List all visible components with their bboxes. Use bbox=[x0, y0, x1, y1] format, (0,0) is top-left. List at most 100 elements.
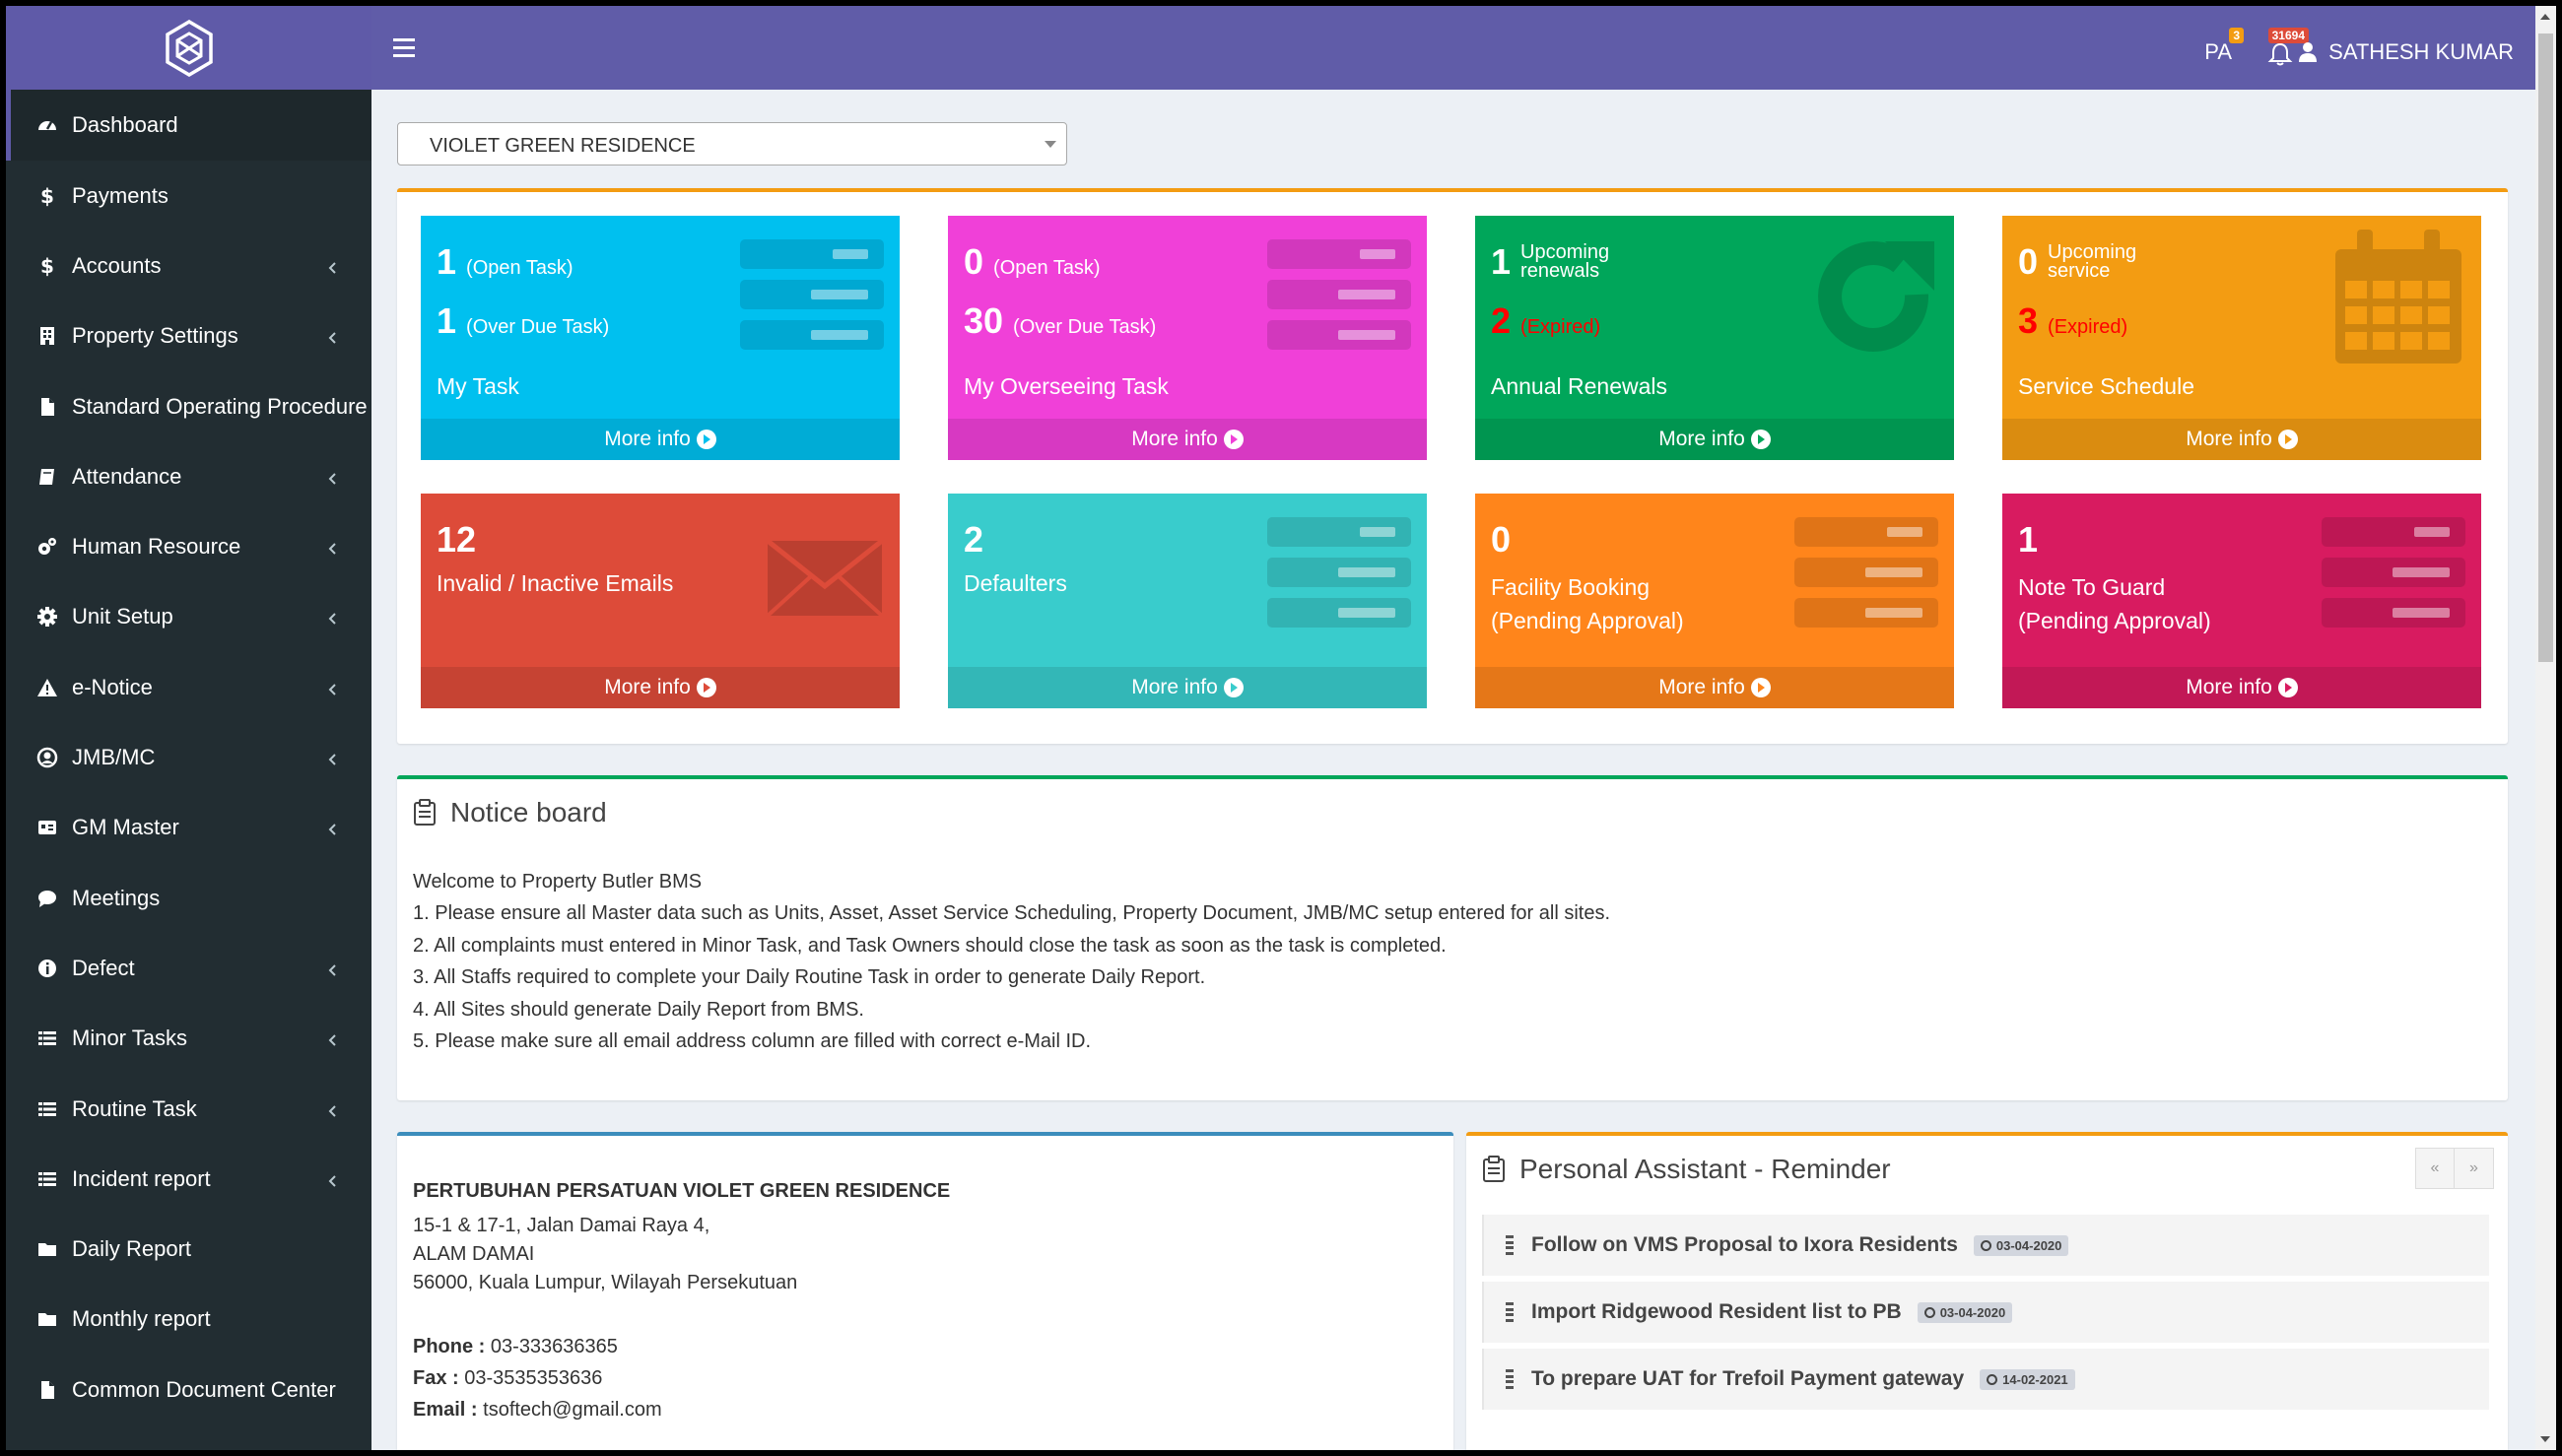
sidebar-item-unit-setup[interactable]: Unit Setup bbox=[6, 582, 371, 652]
sidebar-item-common-document-center[interactable]: Common Document Center bbox=[6, 1355, 371, 1424]
sidebar-item-routine-task[interactable]: Routine Task bbox=[6, 1074, 371, 1144]
sidebar-item-minor-tasks[interactable]: Minor Tasks bbox=[6, 1004, 371, 1074]
reminder-text: Import Ridgewood Resident list to PB bbox=[1531, 1300, 1902, 1323]
more-info-link[interactable]: More info bbox=[2002, 419, 2481, 460]
sidebar-item-daily-report[interactable]: Daily Report bbox=[6, 1214, 371, 1284]
sidebar-item-label: Common Document Center bbox=[72, 1376, 336, 1402]
more-info-link[interactable]: More info bbox=[421, 667, 900, 708]
top-navbar: PA 3 31694 SATHESH KUMAR bbox=[371, 6, 2535, 90]
invalid-emails-count: 12 bbox=[437, 519, 477, 560]
tile-title: My Task bbox=[437, 373, 519, 399]
refresh-icon bbox=[1818, 241, 1934, 352]
more-info-link[interactable]: More info bbox=[948, 419, 1427, 460]
chevron-left-icon bbox=[324, 1170, 342, 1188]
notice-line: Welcome to Property Butler BMS bbox=[413, 871, 703, 893]
sidebar-item-meetings[interactable]: Meetings bbox=[6, 863, 371, 933]
sidebar-item-label: Accounts bbox=[72, 252, 162, 278]
overdue-task-count: 1 bbox=[437, 300, 457, 341]
defaulters-tile[interactable]: 2 Defaulters More info bbox=[948, 494, 1427, 708]
sidebar-item-e-notice[interactable]: e-Notice bbox=[6, 652, 371, 722]
open-task-count: 0 bbox=[964, 241, 984, 282]
drag-handle-icon[interactable] bbox=[1506, 1235, 1514, 1255]
logo-bar[interactable] bbox=[6, 6, 371, 90]
invalid-emails-tile[interactable]: 12 Invalid / Inactive Emails More info bbox=[421, 494, 900, 708]
info-icon bbox=[36, 958, 58, 979]
chevron-left-icon bbox=[324, 960, 342, 977]
expired-service-count: 3 bbox=[2018, 300, 2039, 341]
sidebar-item-human-resource[interactable]: Human Resource bbox=[6, 511, 371, 581]
property-select[interactable]: VIOLET GREEN RESIDENCE bbox=[397, 122, 1067, 165]
drag-handle-icon[interactable] bbox=[1506, 1302, 1514, 1322]
arrow-circle-right-icon bbox=[1750, 430, 1771, 449]
annual-renewals-tile[interactable]: 1 Upcoming renewals 2 (Expired) Annual Rene… bbox=[1475, 216, 1954, 460]
scroll-down-icon[interactable] bbox=[2540, 1436, 2550, 1442]
next-page-button[interactable]: » bbox=[2455, 1148, 2494, 1189]
pa-menu-button[interactable]: PA bbox=[2204, 39, 2232, 65]
scrollbar-thumb[interactable] bbox=[2538, 33, 2553, 662]
menu-toggle-icon[interactable] bbox=[393, 38, 415, 58]
phone-label: Phone : bbox=[413, 1336, 486, 1357]
address-line: ALAM DAMAI bbox=[413, 1243, 535, 1265]
sidebar-item-property-settings[interactable]: Property Settings bbox=[6, 301, 371, 371]
bell-icon[interactable] bbox=[2267, 41, 2293, 67]
vertical-scrollbar[interactable] bbox=[2535, 6, 2556, 1450]
more-info-link[interactable]: More info bbox=[948, 667, 1427, 708]
organization-name: PERTUBUHAN PERSATUAN VIOLET GREEN RESIDE… bbox=[413, 1180, 951, 1202]
sidebar-item-attendance[interactable]: Attendance bbox=[6, 441, 371, 511]
scroll-up-icon[interactable] bbox=[2540, 14, 2550, 20]
sidebar-item-incident-report[interactable]: Incident report bbox=[6, 1144, 371, 1214]
sidebar-item-defect[interactable]: Defect bbox=[6, 933, 371, 1003]
note-to-guard-tile[interactable]: 1 Note To Guard (Pending Approval) More i… bbox=[2002, 494, 2481, 708]
more-info-link[interactable]: More info bbox=[1475, 419, 1954, 460]
sidebar-item-jmb-mc[interactable]: JMB/MC bbox=[6, 722, 371, 792]
my-task-tile[interactable]: 1 (Open Task) 1 (Over Due Task) My Task Mo… bbox=[421, 216, 900, 460]
reminder-date-badge: 14-02-2021 bbox=[1980, 1368, 2075, 1390]
drag-handle-icon[interactable] bbox=[1506, 1369, 1514, 1389]
notice-board-title: Notice board bbox=[450, 797, 607, 827]
sidebar-item-standard-operating-procedure[interactable]: Standard Operating Procedure bbox=[6, 371, 371, 441]
more-info-link[interactable]: More info bbox=[1475, 667, 1954, 708]
sidebar-item-gm-master[interactable]: GM Master bbox=[6, 793, 371, 863]
sidebar: Dashboard $ Payments $ Accounts Property Sett… bbox=[6, 6, 371, 1450]
arrow-circle-right-icon bbox=[2277, 678, 2298, 697]
clipboard-icon bbox=[1483, 1156, 1505, 1182]
sidebar-item-label: Dashboard bbox=[72, 112, 178, 137]
tile-subtitle: (Pending Approval) bbox=[2018, 608, 2211, 633]
clock-icon bbox=[1923, 1306, 1935, 1318]
sidebar-item-monthly-report[interactable]: Monthly report bbox=[6, 1285, 371, 1355]
clock-icon bbox=[1980, 1239, 1991, 1251]
facility-booking-tile[interactable]: 0 Facility Booking (Pending Approval) Mor… bbox=[1475, 494, 1954, 708]
prev-page-button[interactable]: « bbox=[2415, 1148, 2455, 1189]
reminder-item[interactable]: Import Ridgewood Resident list to PB 03-… bbox=[1482, 1282, 2489, 1343]
service-schedule-tile[interactable]: 0 Upcoming service 3 (Expired) Service Sche… bbox=[2002, 216, 2481, 460]
app-logo-icon bbox=[165, 19, 213, 77]
notice-line: 5. Please make sure all email address co… bbox=[413, 1030, 1092, 1053]
list-icon bbox=[36, 1168, 58, 1190]
arrow-circle-right-icon bbox=[1223, 430, 1244, 449]
arrow-circle-right-icon bbox=[696, 678, 716, 697]
user-circle-icon bbox=[36, 747, 58, 768]
sidebar-item-label: Minor Tasks bbox=[72, 1026, 187, 1051]
id-card-icon bbox=[36, 817, 58, 838]
user-menu[interactable]: SATHESH KUMAR bbox=[2299, 39, 2514, 65]
sidebar-item-payments[interactable]: $ Payments bbox=[6, 161, 371, 231]
tile-subtitle: (Pending Approval) bbox=[1491, 608, 1684, 633]
chevron-left-icon bbox=[324, 257, 342, 275]
sidebar-item-accounts[interactable]: $ Accounts bbox=[6, 231, 371, 300]
dollar-icon: $ bbox=[36, 185, 58, 207]
user-icon bbox=[2299, 42, 2318, 62]
sidebar-item-label: Defect bbox=[72, 955, 135, 980]
notice-line: 2. All complaints must entered in Minor … bbox=[413, 934, 1447, 957]
overseeing-task-tile[interactable]: 0 (Open Task) 30 (Over Due Task) My Overse… bbox=[948, 216, 1427, 460]
reminder-item[interactable]: Follow on VMS Proposal to Ixora Resident… bbox=[1482, 1215, 2489, 1276]
more-info-link[interactable]: More info bbox=[2002, 667, 2481, 708]
sidebar-item-label: Meetings bbox=[72, 885, 161, 910]
more-info-link[interactable]: More info bbox=[421, 419, 900, 460]
sidebar-item-dashboard[interactable]: Dashboard bbox=[6, 90, 371, 161]
cogs-icon bbox=[36, 536, 58, 558]
reminder-item[interactable]: To prepare UAT for Trefoil Payment gatew… bbox=[1482, 1349, 2489, 1410]
chevron-left-icon bbox=[324, 1029, 342, 1047]
arrow-circle-right-icon bbox=[1750, 678, 1771, 697]
arrow-circle-right-icon bbox=[1223, 678, 1244, 697]
sidebar-item-label: Property Settings bbox=[72, 323, 238, 349]
